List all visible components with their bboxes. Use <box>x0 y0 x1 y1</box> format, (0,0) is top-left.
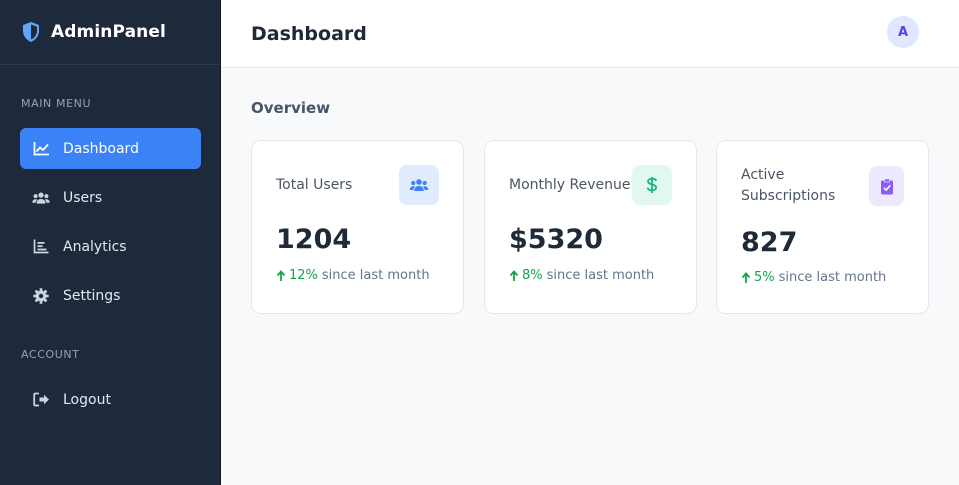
avatar[interactable]: A <box>887 16 919 48</box>
card-trend: 12% since last month <box>276 268 430 283</box>
sidebar-item-label: Users <box>63 189 103 206</box>
shield-icon <box>23 22 39 42</box>
sidebar: AdminPanel MAIN MENU Dashboard Users Ana… <box>0 0 221 485</box>
sidebar-item-users[interactable]: Users <box>20 177 201 218</box>
sidebar-item-logout[interactable]: Logout <box>20 379 201 420</box>
page-title: Dashboard <box>251 22 367 45</box>
sidebar-item-label: Logout <box>63 391 111 408</box>
app-root: AdminPanel MAIN MENU Dashboard Users Ana… <box>0 0 959 485</box>
sidebar-item-label: Analytics <box>63 238 127 255</box>
sidebar-item-label: Settings <box>63 287 121 304</box>
arrow-up-icon <box>741 271 751 283</box>
chart-line-icon <box>32 140 50 158</box>
trend-percent: 5% <box>754 270 775 285</box>
clipboard-check-icon <box>869 166 904 206</box>
stat-card-monthly-revenue: Monthly Revenue $5320 8% since last mont… <box>484 140 697 314</box>
card-value: 827 <box>741 227 798 258</box>
brand-name: AdminPanel <box>51 22 166 42</box>
stat-card-active-subscriptions: Active Subscriptions 827 5% since last m… <box>716 140 929 314</box>
card-value: $5320 <box>509 224 603 255</box>
trend-text: since last month <box>321 268 430 283</box>
card-label: Active Subscriptions <box>741 167 836 204</box>
logout-icon <box>32 391 50 409</box>
arrow-up-icon <box>509 269 519 281</box>
gear-icon <box>32 287 50 305</box>
card-label: Total Users <box>276 177 353 193</box>
main-content: Dashboard A Overview Total Users 1204 12… <box>221 0 959 485</box>
arrow-up-icon <box>276 269 286 281</box>
trend-text: since last month <box>546 268 655 283</box>
menu-section-main: MAIN MENU <box>21 97 92 110</box>
sidebar-item-analytics[interactable]: Analytics <box>20 226 201 267</box>
card-label: Monthly Revenue <box>509 177 631 193</box>
trend-text: since last month <box>778 270 887 285</box>
sidebar-item-settings[interactable]: Settings <box>20 275 201 316</box>
sidebar-item-dashboard[interactable]: Dashboard <box>20 128 201 169</box>
users-icon <box>32 189 50 207</box>
bar-chart-icon <box>32 238 50 256</box>
section-title: Overview <box>251 99 331 117</box>
top-bar: Dashboard A <box>221 0 959 68</box>
menu-section-account: ACCOUNT <box>21 348 80 361</box>
card-trend: 8% since last month <box>509 268 654 283</box>
users-icon <box>399 165 439 205</box>
sidebar-item-label: Dashboard <box>63 140 139 157</box>
trend-percent: 8% <box>522 268 543 283</box>
trend-percent: 12% <box>289 268 318 283</box>
brand[interactable]: AdminPanel <box>0 0 220 65</box>
dollar-icon <box>632 165 672 205</box>
card-trend: 5% since last month <box>741 270 886 285</box>
stat-card-total-users: Total Users 1204 12% since last month <box>251 140 464 314</box>
card-value: 1204 <box>276 224 352 255</box>
